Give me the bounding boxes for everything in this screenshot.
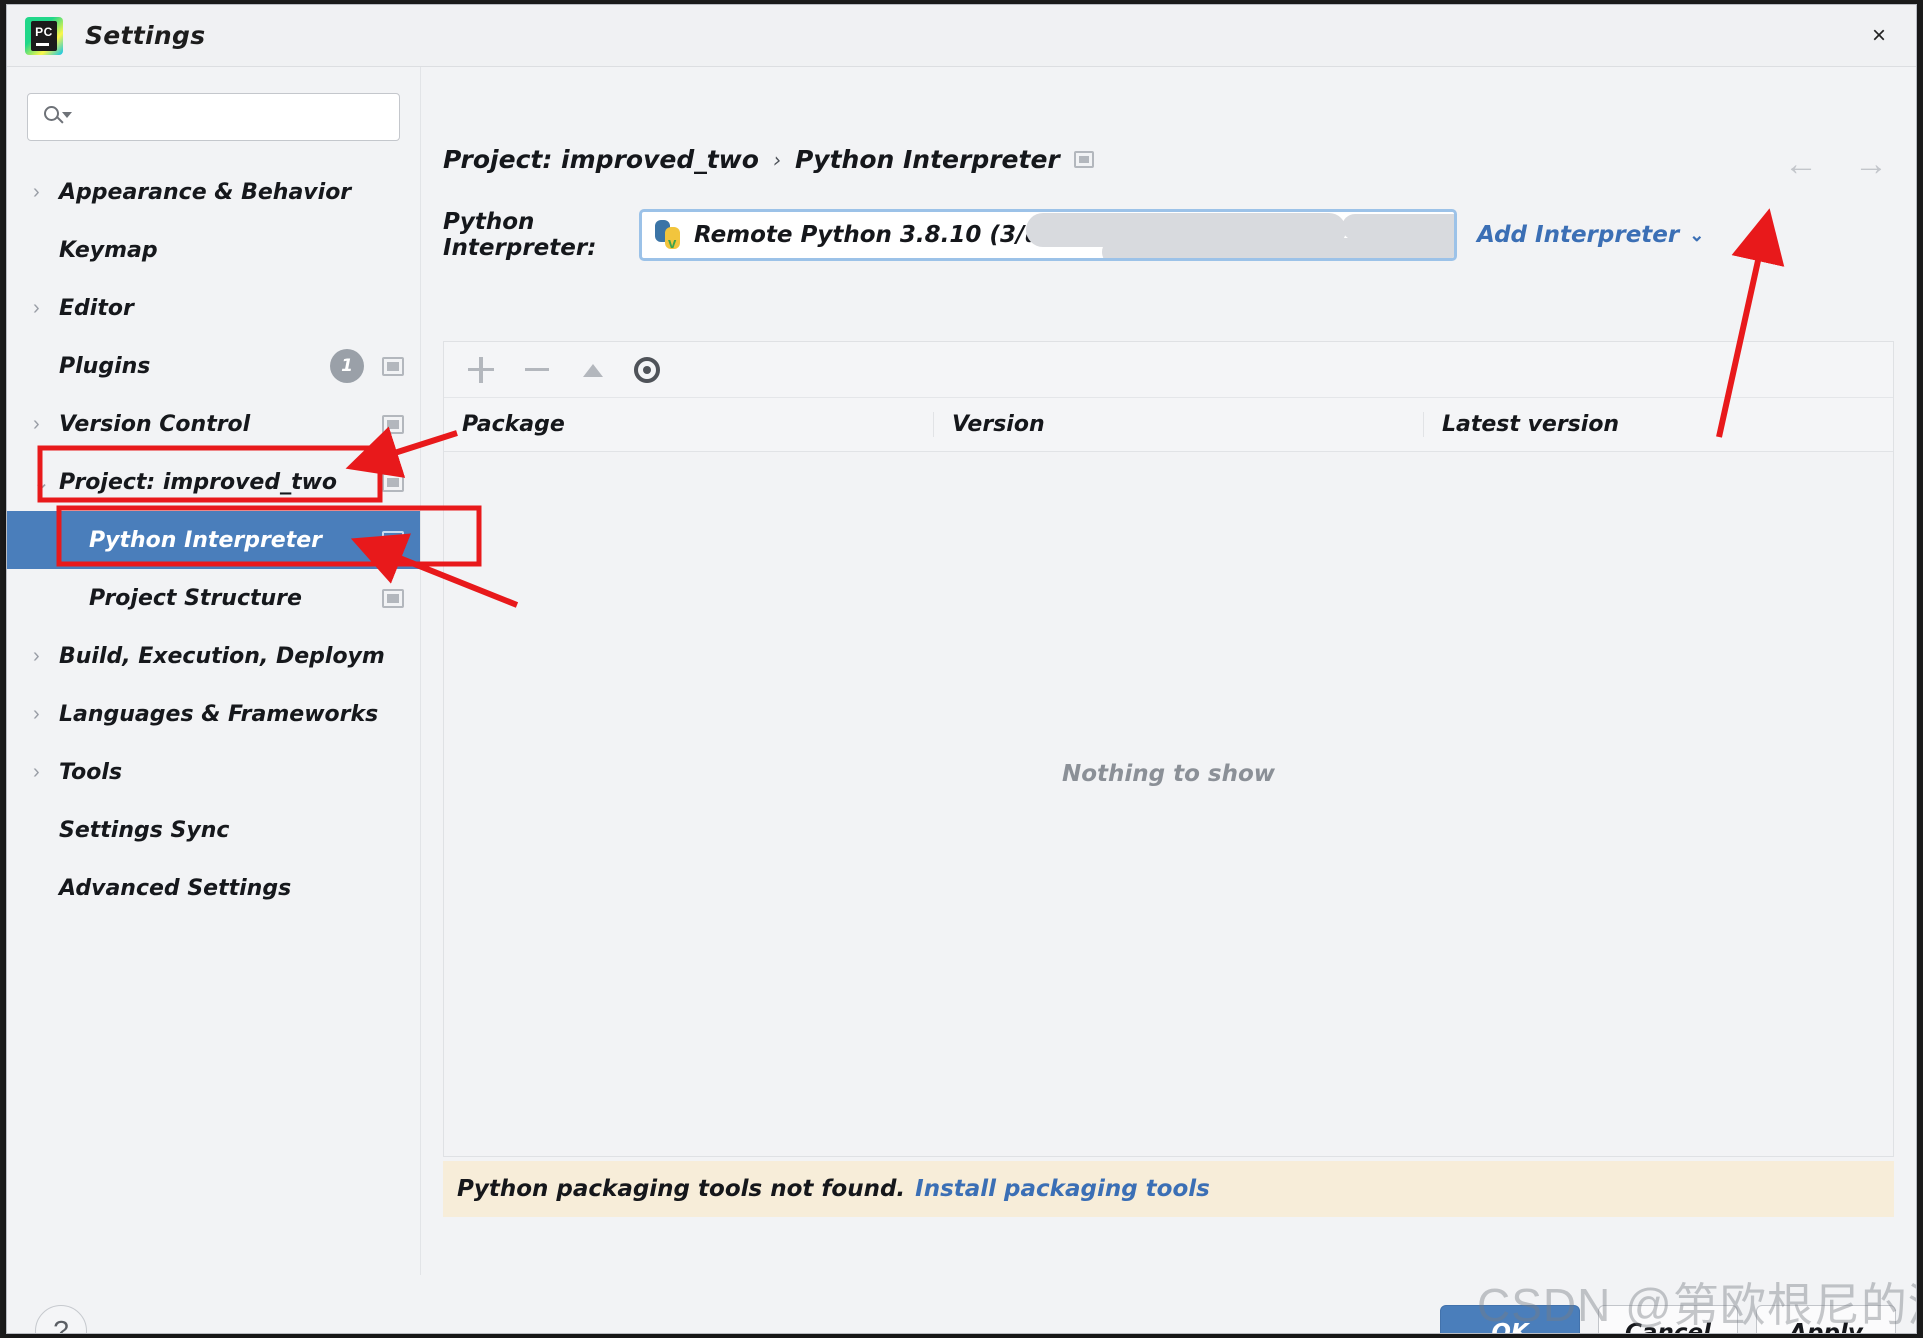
- sidebar-item-label: Project Structure: [89, 585, 302, 611]
- interpreter-row: Python Interpreter: v Remote Python 3.8.…: [421, 209, 1916, 261]
- settings-tree: › Appearance & Behavior Keymap › Editor Plugi…: [7, 163, 420, 917]
- remove-package-button[interactable]: [522, 355, 552, 385]
- sidebar-item-label: Plugins: [59, 353, 151, 379]
- sidebar-item-languages-frameworks[interactable]: › Languages & Frameworks: [7, 685, 420, 743]
- search-icon: [44, 106, 72, 128]
- sidebar-item-python-interpreter[interactable]: Python Interpreter: [7, 511, 420, 569]
- cancel-button[interactable]: Cancel: [1598, 1305, 1738, 1333]
- sidebar-item-label: Build, Execution, Deploym: [59, 643, 385, 669]
- apply-button[interactable]: Apply: [1756, 1305, 1896, 1333]
- interpreter-value-suffix: 3/usr/bin/python3: [999, 222, 1231, 248]
- packaging-warning-bar: Python packaging tools not found. Instal…: [443, 1161, 1894, 1217]
- dialog-footer: ? OK Cancel Apply: [7, 1275, 1916, 1333]
- empty-state-label: Nothing to show: [1061, 761, 1276, 787]
- add-interpreter-label: Add Interpreter: [1477, 222, 1680, 248]
- project-scope-icon: [382, 356, 404, 376]
- interpreter-combobox[interactable]: v Remote Python 3.8.10 (3/usr/bin/python…: [639, 209, 1457, 261]
- project-scope-icon: [382, 530, 404, 550]
- chevron-right-icon[interactable]: ›: [33, 703, 59, 726]
- chevron-right-icon[interactable]: ›: [33, 181, 59, 204]
- sidebar-item-advanced-settings[interactable]: Advanced Settings: [7, 859, 420, 917]
- sidebar-item-version-control[interactable]: › Version Control: [7, 395, 420, 453]
- packages-toolbar: [444, 342, 1893, 398]
- pycharm-logo-icon: PC: [25, 16, 63, 55]
- chevron-down-icon: ⌄: [1689, 224, 1705, 245]
- sidebar-item-build-execution-deploym[interactable]: › Build, Execution, Deploym: [7, 627, 420, 685]
- packages-table-header: Package Version Latest version: [444, 398, 1893, 452]
- sidebar-item-project-structure[interactable]: Project Structure: [7, 569, 420, 627]
- add-package-button[interactable]: [466, 355, 496, 385]
- sidebar-item-label: Advanced Settings: [59, 875, 292, 901]
- project-scope-icon: [382, 588, 404, 608]
- sidebar-item-plugins[interactable]: Plugins 1: [7, 337, 420, 395]
- back-arrow-icon[interactable]: ←: [1784, 145, 1818, 184]
- sidebar-item-label: Project: improved_two: [59, 469, 338, 495]
- help-button[interactable]: ?: [35, 1305, 87, 1333]
- sidebar-item-label: Keymap: [59, 237, 158, 263]
- sidebar-item-label: Tools: [59, 759, 123, 785]
- settings-dialog: PC Settings × › Appearance & Behavior Keym…: [6, 4, 1917, 1334]
- chevron-right-icon[interactable]: ›: [33, 297, 59, 320]
- interpreter-value-prefix: Remote Python 3.8.10 (: [694, 222, 1000, 248]
- search-box[interactable]: [27, 93, 400, 141]
- sidebar-item-label: Languages & Frameworks: [59, 701, 379, 727]
- forward-arrow-icon[interactable]: →: [1854, 145, 1888, 184]
- packages-panel: Package Version Latest version Nothing t…: [443, 341, 1894, 1157]
- add-interpreter-link[interactable]: Add Interpreter ⌄: [1477, 222, 1704, 248]
- main-panel: Project: improved_two › Python Interpret…: [421, 67, 1916, 1275]
- sidebar-item-tools[interactable]: › Tools: [7, 743, 420, 801]
- search-input[interactable]: [76, 107, 389, 127]
- column-header-latest-version[interactable]: Latest version: [1424, 412, 1893, 437]
- chevron-down-icon[interactable]: ⌄: [33, 470, 59, 495]
- chevron-down-icon[interactable]: [1422, 229, 1444, 241]
- upgrade-package-button[interactable]: [578, 355, 608, 385]
- project-scope-icon: [382, 414, 404, 434]
- sidebar-item-keymap[interactable]: Keymap: [7, 221, 420, 279]
- chevron-right-icon[interactable]: ›: [33, 645, 59, 668]
- sidebar-item-editor[interactable]: › Editor: [7, 279, 420, 337]
- ok-button[interactable]: OK: [1440, 1305, 1580, 1333]
- settings-sidebar: › Appearance & Behavior Keymap › Editor Plugi…: [7, 67, 421, 1275]
- window-title: Settings: [85, 21, 206, 50]
- sidebar-item-project-improved-two[interactable]: ⌄ Project: improved_two: [7, 453, 420, 511]
- interpreter-value: Remote Python 3.8.10 (3/usr/bin/python3: [694, 222, 1230, 248]
- navigation-arrows: ← →: [1784, 145, 1888, 184]
- column-header-version[interactable]: Version: [934, 412, 1424, 437]
- interpreter-label: Python Interpreter:: [443, 209, 597, 261]
- breadcrumb-project[interactable]: Project: improved_two: [443, 145, 759, 174]
- breadcrumb: Project: improved_two › Python Interpret…: [443, 145, 1094, 174]
- status-badge: 1: [330, 349, 364, 383]
- chevron-right-icon[interactable]: ›: [33, 761, 59, 784]
- install-packaging-tools-link[interactable]: Install packaging tools: [915, 1176, 1210, 1202]
- column-header-package[interactable]: Package: [444, 412, 934, 437]
- sidebar-item-label: Python Interpreter: [89, 527, 323, 553]
- python-venv-icon: v: [654, 220, 686, 252]
- sidebar-item-label: Editor: [59, 295, 134, 321]
- breadcrumb-page: Python Interpreter: [794, 145, 1060, 174]
- sidebar-item-appearance-behavior[interactable]: › Appearance & Behavior: [7, 163, 420, 221]
- title-bar: PC Settings ×: [7, 5, 1916, 67]
- warning-message: Python packaging tools not found.: [457, 1176, 906, 1202]
- breadcrumb-separator: ›: [772, 147, 781, 172]
- close-icon[interactable]: ×: [1842, 5, 1916, 66]
- project-scope-icon: [382, 472, 404, 492]
- sidebar-item-label: Appearance & Behavior: [59, 179, 352, 205]
- show-early-releases-button[interactable]: [634, 356, 660, 383]
- sidebar-item-label: Version Control: [59, 411, 251, 437]
- sidebar-item-label: Settings Sync: [59, 817, 230, 843]
- dialog-buttons: OK Cancel Apply: [1440, 1305, 1896, 1333]
- sidebar-item-settings-sync[interactable]: Settings Sync: [7, 801, 420, 859]
- chevron-right-icon[interactable]: ›: [33, 413, 59, 436]
- packages-table-body: Nothing to show: [444, 452, 1893, 1156]
- project-scope-icon: [1073, 151, 1094, 168]
